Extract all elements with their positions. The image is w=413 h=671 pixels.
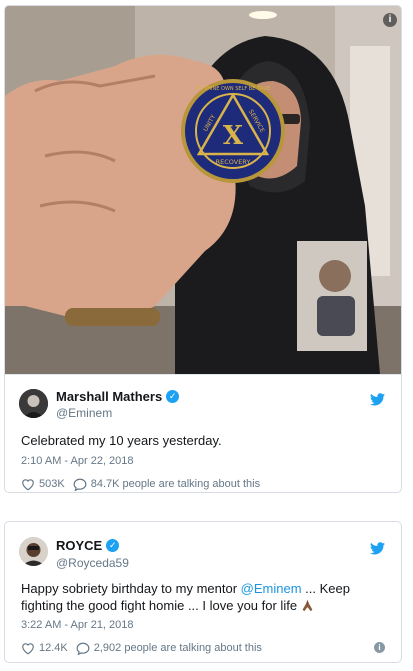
avatar[interactable] [19,389,48,418]
info-icon[interactable]: i [383,13,397,27]
tweet-body: Marshall Mathers ✓ @Eminem Celebrated my… [5,374,401,492]
tweet-body: ROYCE ✓ @Royceda59 Happy sobriety birthd… [5,522,401,662]
medallion-ring-text: TO THINE OWN SELF BE TRUE [195,86,271,92]
display-name[interactable]: ROYCE [56,538,102,553]
photo-scene: X UNITY SERVICE RECOVERY TO THINE OWN SE… [5,6,401,374]
like-count[interactable]: 503K [39,478,65,490]
info-icon[interactable]: i [374,642,385,653]
tweet-actions: 12.4K 2,902 people are talking about thi… [21,640,385,656]
heart-icon[interactable] [21,642,35,655]
mention-link[interactable]: @Eminem [241,581,302,596]
talking-count[interactable]: 84.7K people are talking about this [91,478,260,490]
heart-icon[interactable] [21,478,35,491]
medallion-recovery-text: RECOVERY [216,158,251,166]
user-handle[interactable]: @Royceda59 [56,556,129,570]
praying-hands-icon [302,599,313,612]
tweet-timestamp[interactable]: 3:22 AM - Apr 21, 2018 [21,619,134,631]
speech-bubble-icon[interactable] [76,642,90,655]
tweet-text: Happy sobriety birthday to my mentor @Em… [21,580,385,614]
verified-badge-icon: ✓ [106,538,120,552]
tweet-card-royce[interactable]: ROYCE ✓ @Royceda59 Happy sobriety birthd… [4,521,402,663]
verified-badge-icon: ✓ [166,389,180,403]
avatar[interactable] [19,537,48,566]
twitter-bird-icon[interactable] [370,542,385,555]
talking-count[interactable]: 2,902 people are talking about this [94,642,262,654]
tweet-timestamp[interactable]: 2:10 AM - Apr 22, 2018 [21,455,134,467]
user-handle[interactable]: @Eminem [56,406,112,420]
tweet-actions: 503K 84.7K people are talking about this [21,476,385,492]
tweet-photo[interactable]: X UNITY SERVICE RECOVERY TO THINE OWN SE… [5,6,401,374]
tweet-text-part: Happy sobriety birthday to my mentor [21,581,241,596]
speech-bubble-icon[interactable] [73,478,87,491]
tweet-card-eminem[interactable]: X UNITY SERVICE RECOVERY TO THINE OWN SE… [4,5,402,493]
tweet-text: Celebrated my 10 years yesterday. [21,433,222,448]
display-name[interactable]: Marshall Mathers [56,389,162,404]
like-count[interactable]: 12.4K [39,642,68,654]
medallion-center-text: X [223,121,244,151]
twitter-bird-icon[interactable] [370,393,385,406]
